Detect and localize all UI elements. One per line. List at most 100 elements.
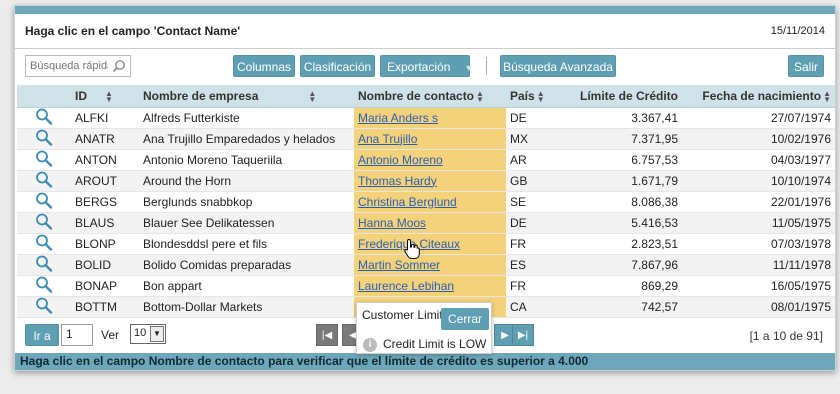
header-country[interactable]: País ▲ ▼ [506,85,564,108]
table-row[interactable]: BONAP Bon appart Laurence Lebihan FR 869,29 1… [17,275,835,297]
first-page-icon[interactable]: |◀ [316,324,338,346]
sort-icon[interactable]: ▲ ▼ [308,89,316,103]
magnifier-icon[interactable] [35,276,53,293]
contact-link[interactable]: Antonio Moreno [358,153,443,167]
title-row: Haga clic en el campo 'Contact Name' 15/… [25,24,825,42]
contact-link[interactable]: Thomas Hardy [358,174,437,188]
cell-contact[interactable]: Maria Anders s [354,107,506,129]
toolbar: Columnas Clasificación Exportación ▼ Búsq… [15,53,835,81]
cell-contact[interactable]: Laurence Lebihan [354,275,506,297]
last-page-icon[interactable]: ▶| [512,324,534,346]
cell-id: BLAUS [71,212,139,234]
cell-credit: 7.867,96 [564,254,682,276]
cell-id: BOLID [71,254,139,276]
row-action[interactable] [17,233,71,255]
table-row[interactable]: ANTON Antonio Moreno Taqueriila Antonio Mo… [17,149,835,171]
cell-credit: 742,57 [564,296,682,318]
cell-contact[interactable]: Antonio Moreno [354,149,506,171]
magnifier-icon[interactable] [35,192,53,209]
page-size-select[interactable]: 10 ▼ [130,324,166,344]
cell-country: DE [506,212,564,234]
cell-birth: 22/01/1976 [682,191,835,213]
export-dropdown[interactable]: Exportación ▼ [380,55,473,77]
table-row[interactable]: ANATR Ana Trujillo Emparedados y helados A… [17,128,835,150]
row-action[interactable] [17,191,71,213]
magnifier-icon[interactable] [35,297,53,314]
row-action[interactable] [17,149,71,171]
cell-country: CA [506,296,564,318]
contact-link[interactable]: Laurence Lebihan [358,279,454,293]
status-bar: Haga clic en el campo Nombre de contacto… [15,353,835,370]
cell-birth: 07/03/1978 [682,233,835,255]
sort-icon[interactable]: ▲ ▼ [823,89,831,103]
cell-birth: 10/10/1974 [682,170,835,192]
columns-button[interactable]: Columnas [233,55,295,77]
magnifier-icon[interactable] [35,255,53,272]
info-icon: i [363,338,377,352]
table-row[interactable]: BERGS Berglunds snabbkop Christina Berglun… [17,191,835,213]
sort-icon[interactable]: ▲ ▼ [476,89,484,103]
cell-birth: 16/05/1975 [682,275,835,297]
quick-search[interactable] [25,55,131,77]
cell-contact[interactable]: Martin Sommer [354,254,506,276]
cell-country: GB [506,170,564,192]
exit-button[interactable]: Salir [788,55,824,77]
cell-contact[interactable]: Thomas Hardy [354,170,506,192]
goto-button[interactable]: Ir a [25,324,59,346]
contact-link[interactable]: Ana Trujillo [358,132,417,146]
table-header-row: ID ▲ ▼ Nombre de empresa ▲ ▼ Nombre de conta… [17,85,835,108]
row-action[interactable] [17,212,71,234]
magnifier-icon[interactable] [35,171,53,188]
magnifier-icon[interactable] [35,129,53,146]
cell-id: BLONP [71,233,139,255]
cell-id: ALFKI [71,107,139,129]
cell-contact[interactable]: Christina Berglund [354,191,506,213]
row-action[interactable] [17,296,71,318]
header-id[interactable]: ID ▲ ▼ [71,85,139,108]
magnifier-icon[interactable] [35,234,53,251]
cell-credit: 869,29 [564,275,682,297]
cell-contact[interactable]: Ana Trujillo [354,128,506,150]
table-row[interactable]: BLAUS Blauer See Delikatessen Hanna Moos DE… [17,212,835,234]
page-title: Haga clic en el campo 'Contact Name' [25,24,241,38]
cell-birth: 04/03/1977 [682,149,835,171]
contact-link[interactable]: Christina Berglund [358,195,457,209]
sort-button[interactable]: Clasificación [300,55,375,77]
table-row[interactable]: AROUT Around the Horn Thomas Hardy GB 1.671,… [17,170,835,192]
table-row[interactable]: BOLID Bolido Comidas preparadas Martin Som… [17,254,835,276]
row-action[interactable] [17,254,71,276]
table-row[interactable]: ALFKI Alfreds Futterkiste Maria Anders s DE… [17,107,835,129]
cell-credit: 3.367,41 [564,107,682,129]
sort-icon[interactable]: ▲ ▼ [105,89,113,103]
header-credit[interactable]: Límite de Crédito [564,85,682,108]
page-number-input[interactable]: 1 [61,324,93,346]
cell-id: BOTTM [71,296,139,318]
header-contact[interactable]: Nombre de contacto ▲ ▼ [354,85,506,108]
row-action[interactable] [17,128,71,150]
magnifier-icon[interactable] [35,108,53,125]
magnifier-icon[interactable] [35,213,53,230]
row-action[interactable] [17,170,71,192]
cell-contact[interactable]: Hanna Moos [354,212,506,234]
search-icon[interactable] [112,59,126,73]
cell-company: Berglunds snabbkop [139,191,354,213]
sort-icon[interactable]: ▲ ▼ [537,89,545,103]
advanced-search-button[interactable]: Búsqueda Avanzada [500,55,616,77]
cell-country: AR [506,149,564,171]
cell-country: FR [506,233,564,255]
cell-country: SE [506,191,564,213]
row-action[interactable] [17,107,71,129]
header-birth[interactable]: Fecha de nacimiento ▲ ▼ [682,85,835,108]
search-input[interactable] [30,56,108,76]
header-company[interactable]: Nombre de empresa ▲ ▼ [139,85,354,108]
table-row[interactable]: BLONP Blondesddsl pere et fils Frederique … [17,233,835,255]
close-button[interactable]: Cerrar [441,308,489,330]
cell-contact[interactable]: Frederique Citeaux [354,233,506,255]
contact-link[interactable]: Martin Sommer [358,258,440,272]
cell-id: BONAP [71,275,139,297]
contact-link[interactable]: Maria Anders s [358,111,438,125]
contact-link[interactable]: Hanna Moos [358,216,426,230]
magnifier-icon[interactable] [35,150,53,167]
cell-company: Bottom-Dollar Markets [139,296,354,318]
row-action[interactable] [17,275,71,297]
